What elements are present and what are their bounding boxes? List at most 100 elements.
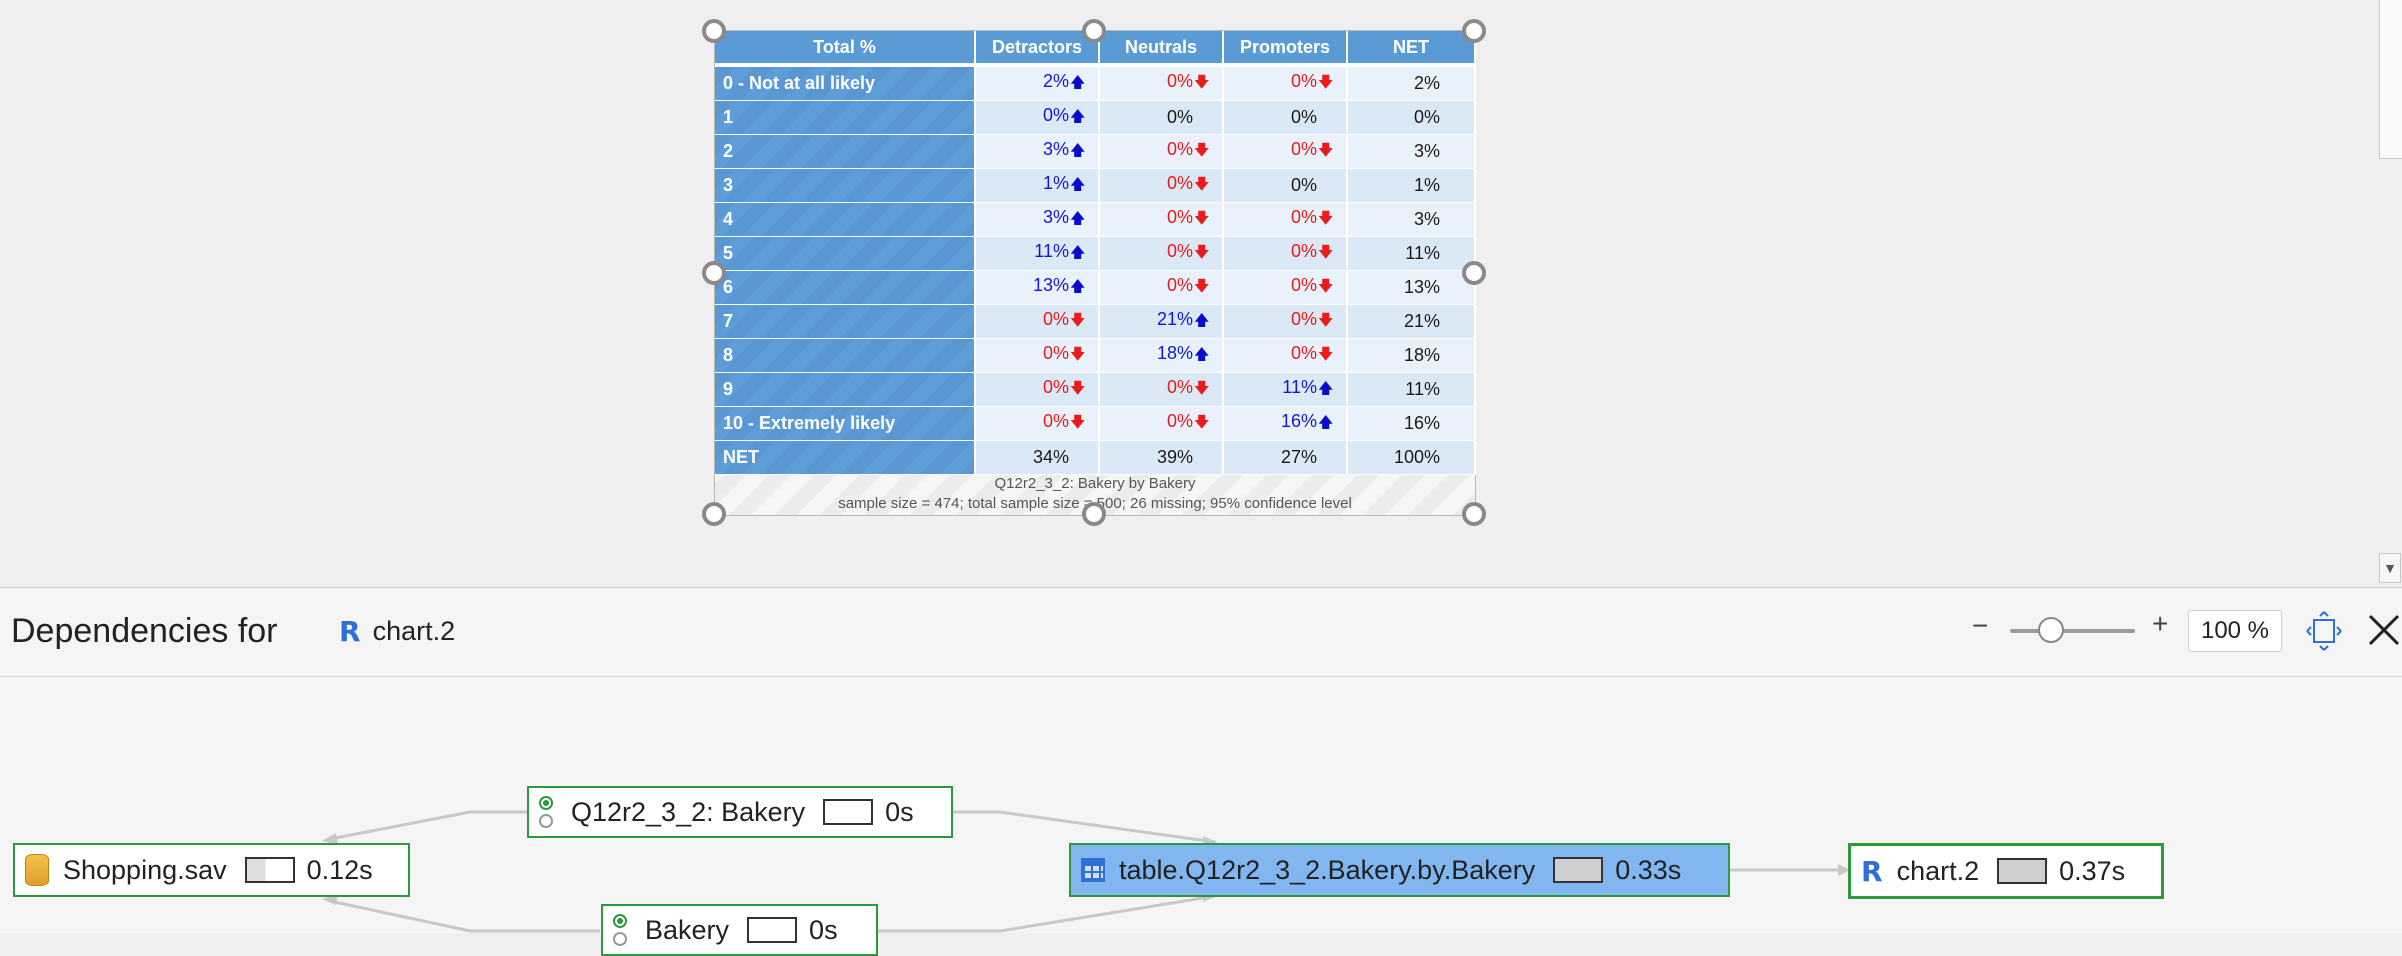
down-arrow-icon: 🡇 (1194, 277, 1210, 295)
row-label: 5 (715, 236, 976, 271)
scroll-down-button[interactable]: ▼ (2379, 553, 2401, 583)
down-arrow-icon: 🡇 (1194, 243, 1210, 261)
down-arrow-icon: 🡇 (1194, 379, 1210, 397)
column-header: Neutrals (1099, 31, 1224, 67)
table-cell: 0%🡅 (975, 100, 1100, 135)
up-arrow-icon: 🡅 (1194, 311, 1210, 329)
node-time: 0.33s (1615, 854, 1682, 885)
table-cell: 39% (1099, 440, 1224, 475)
resize-handle-top-left[interactable] (702, 19, 726, 43)
cell-value: 0% (1042, 376, 1069, 397)
up-arrow-icon: 🡅 (1318, 379, 1334, 397)
edge-line-variable-table (878, 894, 1216, 933)
cell-value: 21% (1156, 308, 1193, 329)
cell-value: 0% (1166, 376, 1193, 397)
cell-value: 3% (1042, 138, 1069, 159)
resize-handle-right[interactable] (1462, 261, 1486, 285)
resize-handle-bottom[interactable] (1082, 502, 1106, 526)
database-icon (25, 854, 49, 886)
table-cell: 0%🡇 (1223, 270, 1348, 305)
table-row: 2 3%🡅 0%🡇 0%🡇 3% (715, 134, 1476, 169)
net-cell: 11% (1347, 236, 1476, 271)
row-label: 6 (715, 270, 976, 305)
cell-value: 18% (1156, 342, 1193, 363)
cell-value: 0% (1290, 138, 1317, 159)
node-label: Shopping.sav (63, 854, 227, 885)
cell-value: 16% (1280, 410, 1317, 431)
cell-value: 0% (1166, 206, 1193, 227)
up-arrow-icon: 🡅 (1070, 277, 1086, 295)
table-cell: 0%🡇 (1099, 134, 1224, 169)
resize-handle-left[interactable] (702, 261, 726, 285)
up-arrow-icon: 🡅 (1070, 243, 1086, 261)
net-cell: 11% (1347, 372, 1476, 407)
node-time: 0.12s (306, 854, 373, 885)
table-cell: 0%🡇 (1099, 236, 1224, 271)
net-cell: 3% (1347, 202, 1476, 237)
cell-value: 11% (1282, 376, 1317, 397)
table-cell: 3%🡅 (975, 134, 1100, 169)
node-question[interactable]: Q12r2_3_2: Bakery 0s (527, 786, 953, 838)
down-arrow-icon: 🡇 (1070, 311, 1086, 329)
zoom-out-button[interactable]: − (1972, 610, 1988, 642)
table-cell: 0%🡇 (1099, 65, 1224, 101)
row-label: 2 (715, 134, 976, 169)
table-cell: 0%🡇 (1099, 372, 1224, 407)
table-cell: 0% (1223, 168, 1348, 203)
zoom-slider-thumb[interactable] (2038, 617, 2064, 643)
resize-handle-bottom-left[interactable] (702, 502, 726, 526)
zoom-slider[interactable] (2010, 629, 2135, 633)
cell-value: 2% (1042, 70, 1069, 91)
down-arrow-icon: 🡇 (1318, 141, 1334, 159)
row-label: 0 - Not at all likely (715, 65, 976, 101)
right-side-panel (2379, 0, 2402, 159)
down-arrow-icon: 🡇 (1070, 345, 1086, 363)
cell-value: 27% (1280, 447, 1317, 467)
close-icon[interactable] (2366, 612, 2402, 648)
fit-to-view-icon[interactable] (2306, 610, 2342, 652)
table-cell: 0%🡇 (975, 338, 1100, 373)
node-chart[interactable]: R chart.2 0.37s (1848, 843, 2164, 899)
row-label: 8 (715, 338, 976, 373)
down-arrow-icon: 🡇 (1070, 379, 1086, 397)
table-icon (1081, 858, 1105, 882)
cell-value: 0% (1290, 240, 1317, 261)
cell-value: 0% (1166, 138, 1193, 159)
resize-handle-top[interactable] (1082, 19, 1106, 43)
cell-value: 0% (1042, 410, 1069, 431)
timing-bar (747, 917, 798, 943)
row-label: 1 (715, 100, 976, 135)
crosstab-table[interactable]: Total % Detractors Neutrals Promoters NE… (714, 30, 1476, 516)
dependencies-header: Dependencies for R chart.2 − + 100 % (0, 588, 2402, 677)
node-table[interactable]: table.Q12r2_3_2.Bakery.by.Bakery 0.33s (1069, 843, 1730, 897)
resize-handle-bottom-right[interactable] (1462, 502, 1486, 526)
up-arrow-icon: 🡅 (1318, 413, 1334, 431)
table-cell: 0%🡇 (975, 406, 1100, 441)
table-cell: 0%🡇 (1099, 270, 1224, 305)
table-cell: 0% (1099, 100, 1224, 135)
table-cell: 11%🡅 (1223, 372, 1348, 407)
cell-value: 11% (1034, 240, 1069, 261)
zoom-in-button[interactable]: + (2152, 608, 2168, 640)
zoom-level-field[interactable]: 100 % (2188, 610, 2282, 652)
r-icon: R (339, 615, 361, 648)
radio-icon (613, 914, 627, 946)
dependencies-title: Dependencies for (11, 612, 278, 650)
cell-value: 0% (1166, 70, 1193, 91)
net-cell: 16% (1347, 406, 1476, 441)
cell-value: 0% (1166, 274, 1193, 295)
cell-value: 34% (1032, 447, 1069, 467)
node-variable[interactable]: Bakery 0s (601, 904, 878, 956)
node-source[interactable]: Shopping.sav 0.12s (13, 843, 410, 897)
net-cell: 0% (1347, 100, 1476, 135)
timing-bar (823, 799, 874, 825)
down-arrow-icon: 🡇 (1318, 277, 1334, 295)
cell-value: 0% (1290, 107, 1317, 127)
up-arrow-icon: 🡅 (1070, 209, 1086, 227)
scroll-down-icon: ▼ (2383, 560, 2397, 576)
column-header: Promoters (1223, 31, 1348, 67)
edge-line-variable-source (329, 899, 600, 933)
table-footer-title: Q12r2_3_2: Bakery by Bakery (994, 475, 1196, 492)
table-cell: 0%🡇 (975, 304, 1100, 339)
resize-handle-top-right[interactable] (1462, 19, 1486, 43)
